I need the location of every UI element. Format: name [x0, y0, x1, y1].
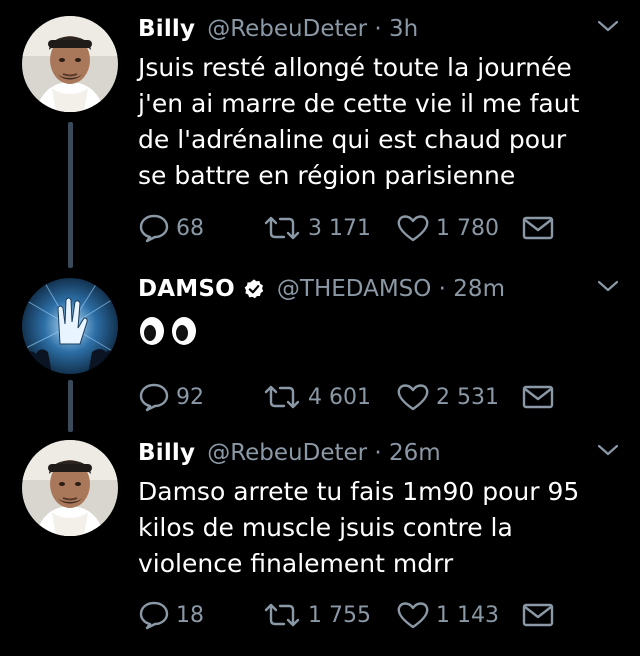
reply-count: 68: [176, 215, 204, 241]
tweet-header: Billy @RebeuDeter · 3h: [138, 12, 418, 46]
reply-count: 92: [176, 384, 204, 410]
retweet-button[interactable]: 4 601: [262, 380, 371, 414]
like-count: 2 531: [436, 384, 499, 410]
user-avatar-damso[interactable]: [22, 278, 118, 374]
avatar-photo-icon: [22, 440, 118, 536]
verified-badge-icon: [244, 279, 264, 299]
handle-and-time[interactable]: @THEDAMSO · 28m: [277, 276, 505, 302]
reply-icon: [139, 214, 169, 243]
display-name[interactable]: Billy: [138, 440, 195, 466]
display-name[interactable]: Billy: [138, 16, 195, 42]
tweet-text-line: de l'adrénaline qui est chaud pour: [138, 125, 567, 154]
reply-icon: [139, 601, 169, 630]
like-count: 1 780: [436, 215, 499, 241]
heart-icon: [397, 215, 429, 242]
message-button[interactable]: [522, 211, 560, 245]
avatar-photo-icon: [22, 278, 118, 374]
user-avatar-billy[interactable]: [22, 440, 118, 536]
tweet-header: DAMSO @THEDAMSO · 28m: [138, 272, 505, 306]
retweet-count: 1 755: [308, 602, 371, 628]
tweet-text: Damso arrete tu fais 1m90 pour 95 kilos …: [138, 474, 618, 582]
heart-icon: [397, 602, 429, 629]
like-count: 1 143: [436, 602, 499, 628]
retweet-icon: [264, 603, 300, 627]
tweet[interactable]: Billy @RebeuDeter · 3h Jsuis resté allon…: [0, 12, 640, 252]
tweet-text-line: kilos de muscle jsuis contre la: [138, 513, 513, 542]
message-button[interactable]: [522, 380, 560, 414]
tweet-text-line: j'en ai marre de cette vie il me faut: [138, 89, 580, 118]
retweet-button[interactable]: 1 755: [262, 598, 371, 632]
retweet-count: 3 171: [308, 215, 371, 241]
tweet-actions: 92 4 601 2 531: [138, 380, 558, 414]
avatar-photo-icon: [22, 16, 118, 112]
reply-count: 18: [176, 602, 204, 628]
chevron-down-icon[interactable]: [594, 16, 622, 36]
tweet-text-line: Damso arrete tu fais 1m90 pour 95: [138, 477, 580, 506]
message-button[interactable]: [522, 598, 560, 632]
envelope-icon: [522, 603, 554, 627]
tweet[interactable]: DAMSO @THEDAMSO · 28m 👀 92: [0, 272, 640, 422]
tweet-text: 👀: [138, 310, 618, 346]
eye-icon: [140, 317, 164, 345]
chevron-down-icon[interactable]: [594, 440, 622, 460]
handle-and-time[interactable]: @RebeuDeter · 3h: [207, 16, 418, 42]
tweet-header: Billy @RebeuDeter · 26m: [138, 436, 441, 470]
eye-icon: [172, 317, 196, 345]
display-name[interactable]: DAMSO: [138, 276, 235, 302]
heart-icon: [397, 384, 429, 411]
like-button[interactable]: 1 143: [396, 598, 499, 632]
retweet-button[interactable]: 3 171: [262, 211, 371, 245]
tweet-text-line: violence finalement mdrr: [138, 549, 454, 578]
retweet-icon: [264, 216, 300, 240]
reply-button[interactable]: 18: [138, 598, 204, 632]
envelope-icon: [522, 216, 554, 240]
reply-button[interactable]: 68: [138, 211, 204, 245]
reply-icon: [139, 383, 169, 412]
tweet-actions: 68 3 171 1 780: [138, 211, 558, 245]
tweet-text: Jsuis resté allongé toute la journée j'e…: [138, 50, 618, 194]
user-avatar-billy[interactable]: [22, 16, 118, 112]
handle-and-time[interactable]: @RebeuDeter · 26m: [207, 440, 441, 466]
reply-button[interactable]: 92: [138, 380, 204, 414]
retweet-icon: [264, 385, 300, 409]
envelope-icon: [522, 385, 554, 409]
eyes-emoji: [138, 316, 618, 346]
chevron-down-icon[interactable]: [594, 276, 622, 296]
tweet-text-line: se battre en région parisienne: [138, 161, 516, 190]
retweet-count: 4 601: [308, 384, 371, 410]
tweet-text-line: Jsuis resté allongé toute la journée: [138, 53, 572, 82]
tweet[interactable]: Billy @RebeuDeter · 26m Damso arrete tu …: [0, 436, 640, 646]
like-button[interactable]: 1 780: [396, 211, 499, 245]
like-button[interactable]: 2 531: [396, 380, 499, 414]
tweet-actions: 18 1 755 1 143: [138, 598, 558, 632]
